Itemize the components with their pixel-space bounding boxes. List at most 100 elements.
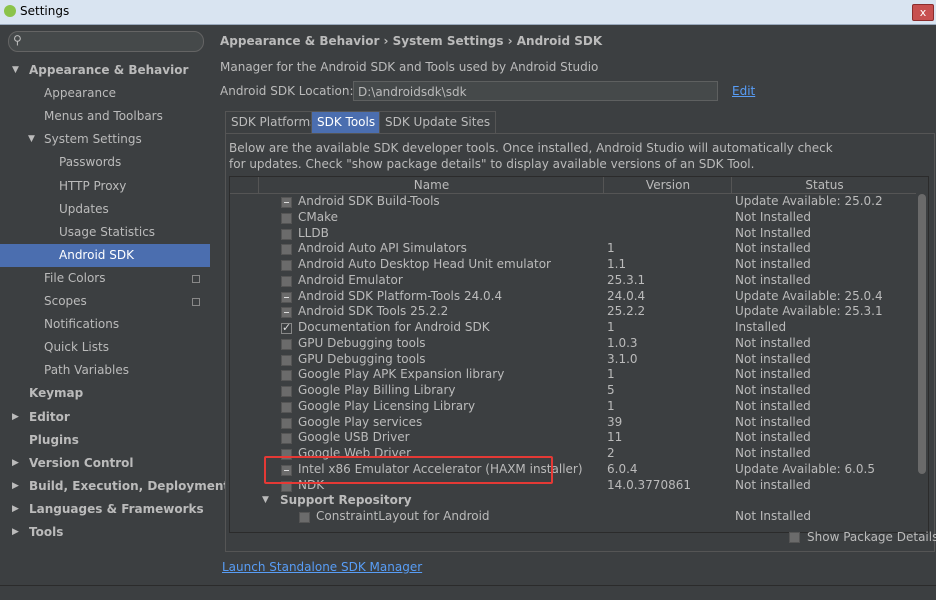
launch-sdk-manager-link[interactable]: Launch Standalone SDK Manager bbox=[222, 560, 422, 574]
cell-version: 24.0.4 bbox=[607, 288, 646, 303]
row-checkbox[interactable] bbox=[281, 370, 292, 382]
sidebar-item[interactable]: Notifications bbox=[0, 313, 210, 336]
table-row[interactable]: Android SDK Tools 25.2.2 25.2.2 Update Ava… bbox=[230, 304, 916, 320]
row-checkbox[interactable] bbox=[281, 228, 292, 240]
sidebar-item[interactable]: ▶ Tools bbox=[0, 521, 210, 544]
row-checkbox[interactable] bbox=[281, 244, 292, 256]
title-bar: Settings x bbox=[0, 0, 936, 25]
sidebar-item[interactable]: HTTP Proxy bbox=[0, 175, 210, 198]
search-input[interactable]: ⚲ bbox=[8, 31, 204, 52]
table-row[interactable]: Google Play Billing Library 5 Not installe… bbox=[230, 383, 916, 399]
chevron-right-icon[interactable]: ▶ bbox=[12, 452, 19, 475]
table-row[interactable]: ▼ Support Repository bbox=[230, 493, 916, 509]
cell-status: Not Installed bbox=[735, 225, 811, 240]
row-checkbox[interactable] bbox=[281, 354, 292, 366]
row-checkbox[interactable] bbox=[281, 275, 292, 287]
sidebar-item[interactable]: Quick Lists bbox=[0, 336, 210, 359]
cell-status: Not installed bbox=[735, 257, 811, 271]
cell-status: Not installed bbox=[735, 414, 811, 429]
chevron-right-icon[interactable]: ▶ bbox=[12, 498, 19, 521]
sidebar-item[interactable]: Keymap bbox=[0, 382, 210, 405]
chevron-right-icon[interactable]: ▶ bbox=[12, 521, 19, 544]
tab-sdk-tools[interactable]: SDK Tools bbox=[311, 111, 382, 134]
cell-status: Update Available: 25.3.1 bbox=[735, 304, 883, 319]
cell-status: Not installed bbox=[735, 367, 811, 382]
table-scrollbar[interactable] bbox=[918, 194, 926, 474]
column-name[interactable]: Name bbox=[258, 177, 604, 193]
sidebar-item[interactable]: File Colors bbox=[0, 267, 210, 290]
table-row[interactable]: CMake Not Installed bbox=[230, 210, 916, 226]
bottom-bar bbox=[0, 585, 936, 600]
sidebar-item[interactable]: ▼ System Settings bbox=[0, 128, 210, 151]
table-row[interactable]: Google USB Driver 11 Not installed bbox=[230, 430, 916, 446]
sidebar-item[interactable]: Passwords bbox=[0, 151, 210, 174]
sidebar-item-label: Version Control bbox=[29, 455, 134, 470]
table-row[interactable]: GPU Debugging tools 3.1.0 Not installed bbox=[230, 352, 916, 368]
sidebar-item[interactable]: Updates bbox=[0, 198, 210, 221]
row-checkbox[interactable] bbox=[281, 433, 292, 445]
sidebar-item[interactable]: ▶ Version Control bbox=[0, 452, 210, 475]
table-row[interactable]: Android SDK Build-Tools Update Available:… bbox=[230, 194, 916, 210]
row-checkbox[interactable] bbox=[281, 401, 292, 413]
sidebar-item[interactable]: ▶ Editor bbox=[0, 406, 210, 429]
intro-line-1: Below are the available SDK developer to… bbox=[229, 141, 833, 155]
table-row[interactable]: ConstraintLayout for Android Not Installe… bbox=[230, 509, 916, 525]
sidebar-item[interactable]: Path Variables bbox=[0, 359, 210, 382]
row-checkbox[interactable] bbox=[281, 320, 292, 336]
sidebar-item[interactable]: Usage Statistics bbox=[0, 221, 210, 244]
sidebar-item-label: Quick Lists bbox=[44, 340, 109, 355]
table-row[interactable]: Google Play APK Expansion library 1 Not in… bbox=[230, 367, 916, 383]
chevron-down-icon[interactable]: ▼ bbox=[262, 493, 269, 509]
row-checkbox[interactable] bbox=[281, 212, 292, 224]
show-package-details-checkbox[interactable] bbox=[789, 532, 800, 543]
edit-location-link[interactable]: Edit bbox=[732, 84, 755, 98]
cell-status: Not installed bbox=[735, 383, 811, 397]
column-status[interactable]: Status bbox=[731, 177, 917, 193]
row-checkbox[interactable] bbox=[281, 260, 292, 271]
haxm-highlight-box bbox=[264, 456, 553, 484]
row-checkbox[interactable] bbox=[281, 197, 292, 208]
row-checkbox[interactable] bbox=[281, 338, 292, 350]
chevron-down-icon[interactable]: ▼ bbox=[12, 59, 19, 82]
cell-version: 11 bbox=[607, 430, 623, 445]
sidebar-item-label: Android SDK bbox=[59, 247, 134, 262]
sidebar-item[interactable]: Plugins bbox=[0, 429, 210, 452]
sdk-location-field[interactable]: D:\androidsdk\sdk bbox=[353, 81, 718, 101]
row-checkbox[interactable] bbox=[281, 386, 292, 397]
table-row[interactable]: Google Play services 39 Not installed bbox=[230, 415, 916, 431]
row-checkbox[interactable] bbox=[281, 417, 292, 429]
table-row[interactable]: Google Play Licensing Library 1 Not instal… bbox=[230, 399, 916, 415]
sidebar-item[interactable]: ▶ Languages & Frameworks bbox=[0, 498, 210, 521]
sidebar-item[interactable]: Scopes bbox=[0, 290, 210, 313]
sidebar-item[interactable]: Menus and Toolbars bbox=[0, 105, 210, 128]
cell-version: 25.2.2 bbox=[607, 304, 646, 319]
table-row[interactable]: Android Emulator 25.3.1 Not installed bbox=[230, 273, 916, 289]
chevron-right-icon[interactable]: ▶ bbox=[12, 475, 19, 498]
table-row[interactable]: GPU Debugging tools 1.0.3 Not installed bbox=[230, 336, 916, 352]
table-row[interactable]: Android Auto Desktop Head Unit emulator 1… bbox=[230, 257, 916, 273]
sidebar-item[interactable]: Appearance bbox=[0, 82, 210, 105]
sdk-tools-panel: Below are the available SDK developer to… bbox=[225, 133, 935, 552]
sidebar-item-label: Updates bbox=[59, 201, 109, 216]
sidebar-item[interactable]: Android SDK bbox=[0, 243, 210, 267]
tab-sdk-platforms[interactable]: SDK Platforms bbox=[225, 111, 323, 133]
cell-version: 1 bbox=[607, 398, 615, 413]
column-version[interactable]: Version bbox=[603, 177, 732, 193]
row-checkbox[interactable] bbox=[281, 307, 292, 319]
cell-name: GPU Debugging tools bbox=[298, 351, 426, 366]
close-button[interactable]: x bbox=[912, 4, 934, 21]
table-row[interactable]: Android SDK Platform-Tools 24.0.4 24.0.4 U… bbox=[230, 289, 916, 305]
chevron-right-icon[interactable]: ▶ bbox=[12, 406, 19, 429]
cell-status: Not installed bbox=[735, 351, 811, 366]
sidebar-item[interactable]: ▶ Build, Execution, Deployment bbox=[0, 475, 229, 498]
row-checkbox[interactable] bbox=[281, 291, 292, 303]
table-row[interactable]: Android Auto API Simulators 1 Not installe… bbox=[230, 241, 916, 257]
tab-sdk-update-sites[interactable]: SDK Update Sites bbox=[379, 111, 497, 133]
chevron-down-icon[interactable]: ▼ bbox=[28, 128, 35, 151]
cell-status: Not installed bbox=[735, 272, 811, 287]
sidebar-item[interactable]: ▼ Appearance & Behavior bbox=[0, 59, 210, 82]
row-checkbox[interactable] bbox=[299, 512, 310, 523]
table-row[interactable]: Documentation for Android SDK 1 Installed bbox=[230, 320, 916, 336]
table-row[interactable]: LLDB Not Installed bbox=[230, 226, 916, 242]
search-icon: ⚲ bbox=[13, 33, 22, 47]
